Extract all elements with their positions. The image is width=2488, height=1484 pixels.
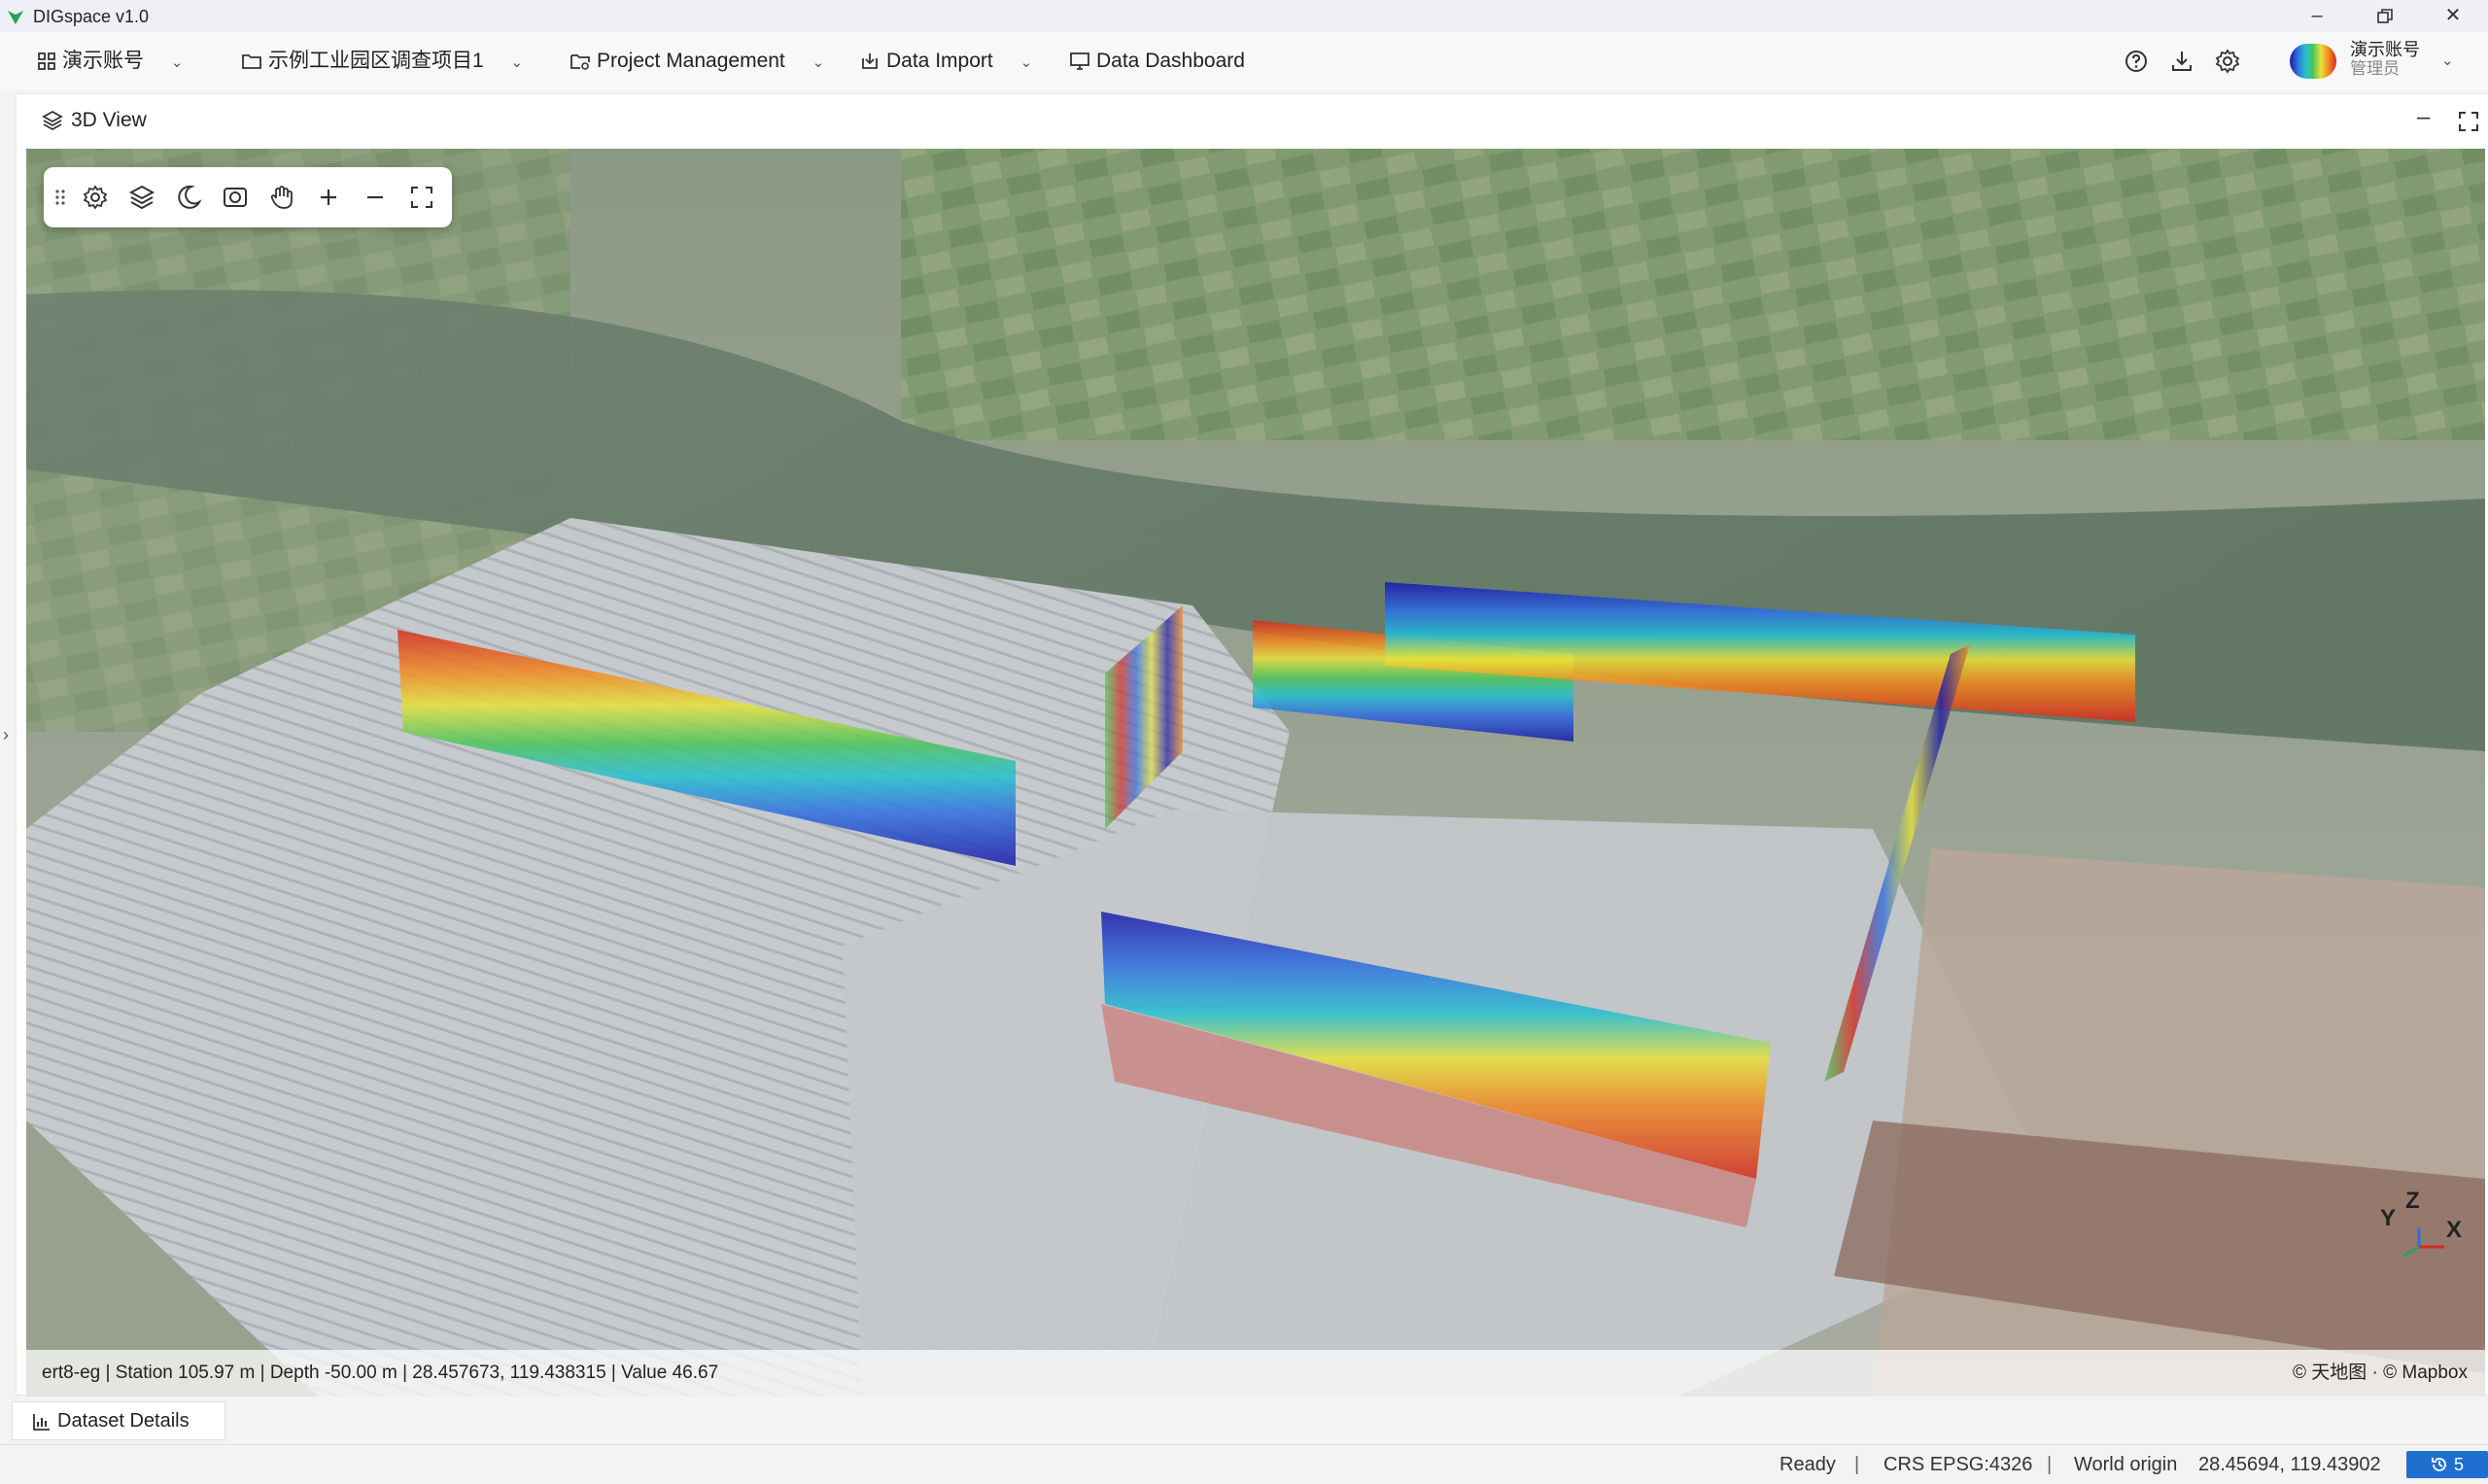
notifications-count: 5 [2453,1455,2464,1474]
notifications-badge[interactable]: 5 [2406,1451,2488,1478]
left-sidebar-handle[interactable]: › [0,93,16,1396]
dataset-details-tab[interactable]: Dataset Details [12,1401,225,1440]
drag-handle-icon[interactable] [55,189,65,206]
download-icon[interactable] [2166,46,2197,77]
chevron-down-icon: ⌄ [510,54,524,71]
map-toolbar [44,167,452,227]
chevron-down-icon: ⌄ [812,54,825,71]
status-bar: Ready | CRS EPSG:4326 | World origin 28.… [0,1444,2488,1484]
status-separator: | [1854,1454,1860,1475]
avatar[interactable] [2290,44,2336,79]
folder-icon [242,54,261,69]
user-name: 演示账号 [2350,40,2420,59]
monitor-icon [1070,52,1089,70]
settings-icon[interactable] [79,181,112,214]
layers-icon [42,110,63,131]
3d-viewport[interactable]: Z Y X ert8-eg | Station 105.97 m | Depth… [26,149,2485,1397]
panel-title: 3D View [71,109,147,131]
import-icon [862,53,878,69]
minimize-window-button[interactable]: – [2286,0,2348,32]
axis-z-label: Z [2405,1188,2420,1214]
grid-icon [38,52,55,70]
moon-icon[interactable] [172,181,205,214]
layers-icon[interactable] [125,181,158,214]
settings-icon[interactable] [2212,46,2243,77]
dataset-details-label: Dataset Details [57,1410,190,1432]
data-dashboard-menu[interactable]: Data Dashboard [1069,46,1245,77]
status-crs: CRS EPSG:4326 [1883,1454,2033,1475]
minimize-panel-button[interactable]: – [2417,104,2430,131]
chevron-down-icon: ⌄ [170,54,184,71]
world-origin-label: World origin [2074,1454,2178,1475]
folder-settings-icon [570,54,590,70]
title-bar: DIGspace v1.0 – ✕ [0,0,2488,32]
data-import-label: Data Import [886,50,993,72]
user-role: 管理员 [2350,59,2400,78]
restore-window-button[interactable] [2354,0,2416,32]
app-logo-icon [8,11,23,24]
project-management-menu[interactable]: Project Management ⌄ [570,46,824,77]
pan-hand-icon[interactable] [265,181,298,214]
close-window-button[interactable]: ✕ [2422,0,2484,32]
status-ready: Ready [1780,1454,1836,1475]
zoom-in-icon[interactable] [312,181,345,214]
account-menu-label: 演示账号 [62,50,144,72]
3d-view-panel: 3D View – Z Y X ert8-eg | Station 105.97… [16,93,2488,1397]
history-icon [2432,1458,2446,1471]
account-menu[interactable]: 演示账号 ⌄ [37,46,183,77]
fullscreen-icon[interactable] [2458,111,2479,132]
panel-header: 3D View – [17,94,2488,149]
fit-view-icon[interactable] [405,181,438,214]
cursor-readout: ert8-eg | Station 105.97 m | Depth -50.0… [42,1363,719,1383]
terrain-scene[interactable]: Z Y X [26,149,2485,1397]
project-selector[interactable]: 示例工业园区调查项目1 ⌄ [241,46,523,77]
user-info[interactable]: 演示账号 管理员 [2350,40,2420,79]
app-title: DIGspace v1.0 [33,7,150,26]
chevron-down-icon: ⌄ [1019,54,1033,71]
camera-icon[interactable] [219,181,252,214]
map-attribution: © 天地图 · © Mapbox [2292,1363,2468,1383]
project-selector-label: 示例工业园区调查项目1 [268,50,484,72]
menu-bar: 演示账号 ⌄ 示例工业园区调查项目1 ⌄ Project Management … [0,32,2488,90]
bar-chart-icon [33,1414,50,1431]
cursor-info-bar: ert8-eg | Station 105.97 m | Depth -50.0… [26,1350,2485,1397]
axis-y-label: Y [2380,1205,2396,1231]
help-icon[interactable] [2121,46,2152,77]
world-origin-value: 28.45694, 119.43902 [2198,1454,2381,1475]
chevron-right-icon[interactable]: › [3,725,9,745]
axis-x-label: X [2446,1217,2462,1243]
chevron-down-icon[interactable]: ⌄ [2441,52,2454,69]
status-separator: | [2047,1454,2053,1475]
project-management-label: Project Management [597,50,785,72]
data-import-menu[interactable]: Data Import ⌄ [859,46,1032,77]
data-dashboard-label: Data Dashboard [1096,50,1245,72]
zoom-out-icon[interactable] [359,181,392,214]
